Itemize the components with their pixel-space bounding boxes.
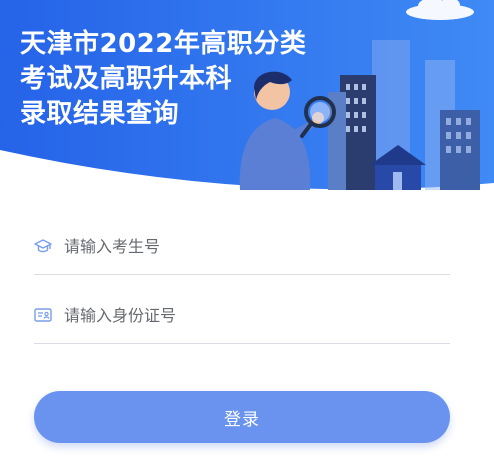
exam-number-field bbox=[34, 217, 450, 275]
login-button[interactable]: 登录 bbox=[34, 391, 450, 443]
id-number-field bbox=[34, 286, 450, 344]
exam-number-input[interactable] bbox=[64, 232, 444, 260]
id-card-icon bbox=[34, 306, 52, 324]
title-line-3: 录取结果查询 bbox=[20, 99, 180, 129]
title-line-1: 天津市2022年高职分类 bbox=[20, 29, 307, 59]
graduation-cap-icon bbox=[34, 237, 52, 255]
title-line-2: 考试及高职升本科 bbox=[20, 64, 233, 94]
id-number-input[interactable] bbox=[64, 301, 444, 329]
page-title: 天津市2022年高职分类 考试及高职升本科 录取结果查询 bbox=[20, 27, 306, 132]
